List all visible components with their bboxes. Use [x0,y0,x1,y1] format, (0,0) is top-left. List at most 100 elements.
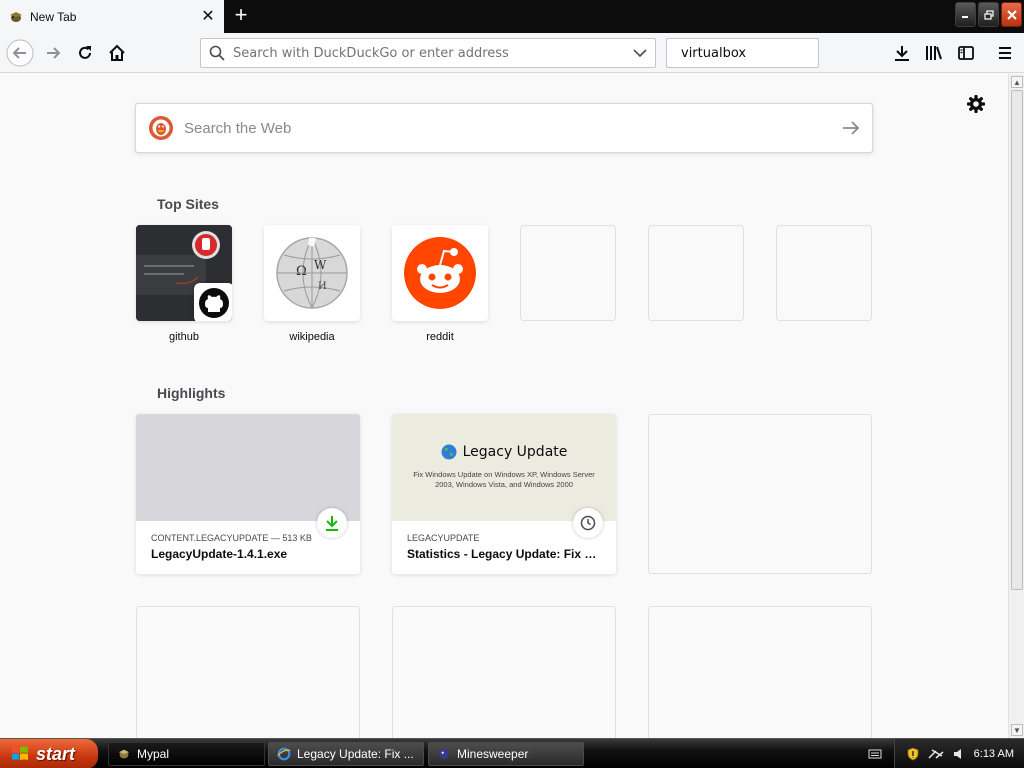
highlight-card-legacy-update[interactable]: Legacy Update Fix Windows Update on Wind… [392,414,616,574]
highlight-card-download[interactable]: CONTENT.LEGACYUPDATE — 513 KB LegacyUpda… [136,414,360,574]
svg-text:Ω: Ω [296,264,307,279]
top-site-label: wikipedia [289,331,335,343]
highlight-placeholder [136,606,360,738]
top-site-tile[interactable]: Ω W И [264,225,360,321]
volume-icon[interactable] [952,747,966,761]
taskbar-clock: 6:13 AM [973,748,1014,760]
legacy-update-preview-title: Legacy Update [462,444,568,460]
menu-button[interactable] [991,39,1019,67]
reload-button[interactable] [71,39,99,67]
close-tab-icon[interactable]: ✕ [200,8,216,25]
settings-gear-icon[interactable] [966,94,986,114]
taskbar-item-legacy-update[interactable]: Legacy Update: Fix ... [268,742,424,766]
web-search-box[interactable] [135,103,873,153]
download-icon [326,516,338,531]
highlight-placeholder [648,414,872,574]
top-site-tile[interactable] [392,225,488,321]
restore-icon [983,9,994,20]
address-bar[interactable] [200,38,656,68]
back-button[interactable] [6,39,34,67]
new-tab-button[interactable]: + [228,4,254,28]
forward-button[interactable] [39,39,67,67]
globe-icon [441,444,457,460]
new-tab-page: Top Sites github [0,74,1008,738]
tab-strip: New Tab ✕ + [0,0,1024,33]
github-favicon-badge [194,283,232,321]
top-site-label: reddit [426,331,454,343]
security-shield-icon[interactable] [906,747,920,761]
minimize-icon [962,16,968,18]
network-icon[interactable] [928,748,944,760]
internet-explorer-icon [277,747,291,761]
address-input[interactable] [233,45,633,61]
clock-icon [580,515,596,531]
card-title: Statistics - Legacy Update: Fix W... [407,547,601,561]
close-icon [1006,9,1017,20]
top-site-label: github [169,331,199,343]
home-button[interactable] [103,39,131,67]
top-site-tile[interactable] [136,225,232,321]
top-site-placeholder [776,225,872,321]
scroll-up-arrow-icon[interactable]: ▲ [1011,76,1023,88]
legacy-update-logo: Legacy Update [441,444,568,460]
taskbar-item-mypal[interactable]: Mypal [108,742,265,766]
download-badge [317,508,347,538]
library-button[interactable] [920,39,948,67]
history-badge [573,508,603,538]
start-label: start [36,743,76,764]
tab-title: New Tab [30,9,77,24]
taskbar-item-minesweeper[interactable]: Minesweeper [428,742,584,766]
library-icon [926,46,942,60]
card-preview-image [136,414,360,521]
page-scrollbar[interactable]: ▲ ▼ [1008,74,1024,738]
svg-text:И: И [318,281,327,292]
downloads-button[interactable] [888,39,916,67]
web-search-input[interactable] [184,119,842,137]
search-input[interactable] [681,45,851,61]
keyboard-icon[interactable] [868,748,882,760]
empty-tile [520,225,616,321]
highlights-heading: Highlights [157,385,226,401]
top-site-reddit[interactable]: reddit [392,225,488,343]
scrollbar-thumb[interactable] [1011,90,1023,590]
taskbar-item-label: Mypal [137,747,170,761]
card-preview-image: Legacy Update Fix Windows Update on Wind… [392,414,616,521]
close-window-button[interactable] [1001,2,1022,27]
legacy-update-preview-text: Fix Windows Update on Windows XP, Window… [413,470,595,489]
top-sites-heading: Top Sites [157,196,219,212]
minimize-button[interactable] [955,2,976,27]
sidebar-icon [958,46,974,60]
scroll-down-arrow-icon[interactable]: ▼ [1011,724,1023,736]
search-bar[interactable] [666,38,851,68]
restore-button[interactable] [978,2,999,27]
navigation-toolbar [0,33,1024,73]
card-title: LegacyUpdate-1.4.1.exe [151,547,288,561]
sidebar-button[interactable] [952,39,980,67]
mypal-icon [10,11,22,22]
forward-arrow-icon [47,47,61,59]
start-button[interactable]: start [0,739,98,768]
reload-icon [79,46,91,59]
taskbar-item-label: Minesweeper [457,747,529,761]
search-icon [209,45,225,61]
back-arrow-icon [6,39,34,67]
highlight-placeholder [392,606,616,738]
top-site-wikipedia[interactable]: Ω W И wikipedia [264,225,360,343]
highlight-placeholder [648,606,872,738]
top-site-github[interactable]: github [136,225,232,343]
card-host: LEGACYUPDATE [407,533,480,543]
github-icon [199,288,229,318]
download-icon [895,46,909,61]
top-site-placeholder [520,225,616,321]
system-tray: 6:13 AM [894,739,1024,768]
window-controls [955,2,1022,27]
duckduckgo-icon [149,116,173,140]
arrow-right-icon[interactable] [842,121,860,135]
reddit-icon [404,237,476,309]
home-icon [109,44,125,61]
chevron-down-icon[interactable] [633,48,647,58]
top-site-placeholder [648,225,744,321]
tab-new-tab[interactable]: New Tab ✕ [0,0,224,33]
taskbar-item-label: Legacy Update: Fix ... [297,747,414,761]
hamburger-menu-icon [999,47,1011,59]
